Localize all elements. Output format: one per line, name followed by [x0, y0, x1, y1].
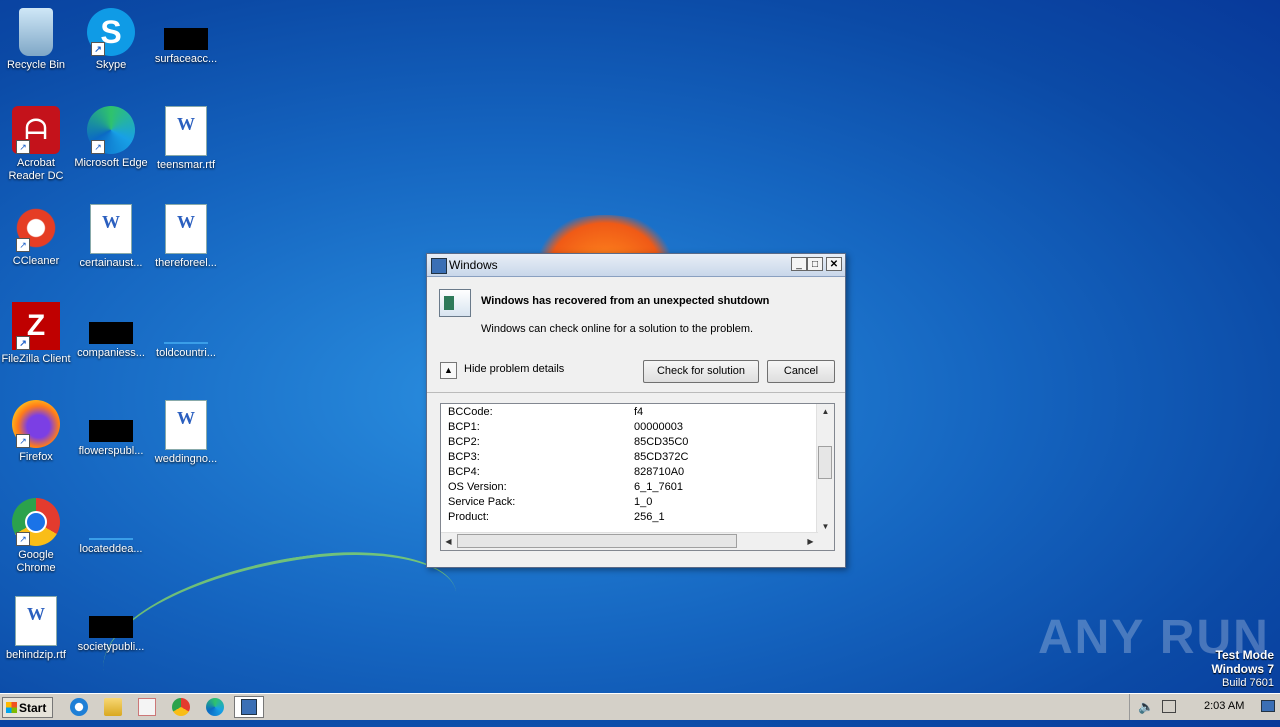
- desktop-icon-chrome[interactable]: ↗ Google Chrome: [0, 498, 74, 575]
- dialog-title: Windows: [449, 258, 498, 272]
- problem-report-taskbar-icon: [241, 699, 257, 715]
- recovery-dialog: Windows _ □ ✕ Windows has recovered from…: [426, 253, 846, 568]
- file-icon: [164, 342, 208, 344]
- vertical-scroll-thumb[interactable]: [818, 446, 832, 479]
- divider: [427, 392, 845, 393]
- edge-icon: ↗: [87, 106, 135, 154]
- desktop-icon-societypubli[interactable]: societypubli...: [73, 596, 149, 654]
- problem-report-icon: [439, 289, 471, 317]
- firefox-icon: ↗: [12, 400, 60, 448]
- chevron-up-icon: ▲: [444, 365, 453, 375]
- check-for-solution-button[interactable]: Check for solution: [643, 360, 759, 383]
- desktop-icon-teensmar[interactable]: W teensmar.rtf: [148, 106, 224, 172]
- horizontal-scroll-thumb[interactable]: [457, 534, 737, 548]
- desktop-icon-locateddea[interactable]: locateddea...: [73, 498, 149, 556]
- word-doc-icon: W: [165, 106, 207, 156]
- desktop-icon-thereforeel[interactable]: W thereforeel...: [148, 204, 224, 270]
- scroll-right-arrow[interactable]: ▶: [803, 534, 818, 549]
- start-button[interactable]: Start: [2, 697, 53, 718]
- desktop-icon-toldcountri[interactable]: toldcountri...: [148, 302, 224, 360]
- desktop-icon-certainaust[interactable]: W certainaust...: [73, 204, 149, 270]
- desktop-icon-behindzip[interactable]: W behindzip.rtf: [0, 596, 74, 662]
- problem-details-box[interactable]: BCCode: f4 BCP1: 00000003 BCP2: 85CD35C0 BC…: [440, 403, 835, 551]
- file-icon: [89, 616, 133, 638]
- desktop-icon-weddingno[interactable]: W weddingno...: [148, 400, 224, 466]
- file-icon: [89, 322, 133, 344]
- scroll-left-arrow[interactable]: ◀: [441, 534, 456, 549]
- file-icon: [89, 420, 133, 442]
- word-doc-icon: W: [15, 596, 57, 646]
- chrome-taskbar-icon[interactable]: [172, 698, 190, 716]
- desktop-icon-ccleaner[interactable]: ↗ CCleaner: [0, 204, 74, 268]
- edge-taskbar-icon[interactable]: [206, 698, 224, 716]
- filezilla-icon: Z ↗: [12, 302, 60, 350]
- test-mode-notice: Test Mode Windows 7 Build 7601: [1211, 648, 1274, 689]
- ccleaner-icon: ↗: [12, 204, 60, 252]
- maximize-button[interactable]: □: [807, 257, 823, 271]
- scroll-up-arrow[interactable]: ▲: [818, 404, 833, 419]
- scroll-corner: [817, 533, 834, 550]
- media-player-icon[interactable]: [138, 698, 156, 716]
- dialog-subtext: Windows can check online for a solution …: [481, 323, 754, 335]
- horizontal-scrollbar[interactable]: ◀ ▶: [441, 532, 818, 550]
- file-icon: [164, 28, 208, 50]
- scroll-down-arrow[interactable]: ▼: [818, 519, 833, 534]
- file-icon: [89, 538, 133, 540]
- hide-details-toggle[interactable]: ▲: [440, 362, 457, 379]
- vertical-scrollbar[interactable]: ▲ ▼: [816, 404, 834, 534]
- desktop-icon-surfaceacc[interactable]: surfaceacc...: [148, 8, 224, 66]
- desktop-icon-filezilla[interactable]: Z ↗ FileZilla Client: [0, 302, 74, 366]
- word-doc-icon: W: [90, 204, 132, 254]
- desktop-icon-firefox[interactable]: ↗ Firefox: [0, 400, 74, 464]
- volume-icon[interactable]: 🔈: [1138, 699, 1154, 715]
- minimize-button[interactable]: _: [791, 257, 807, 271]
- cancel-button[interactable]: Cancel: [767, 360, 835, 383]
- internet-explorer-icon[interactable]: [70, 698, 88, 716]
- desktop-icon-companiess[interactable]: companiess...: [73, 302, 149, 360]
- desktop-icon-acrobat[interactable]: ᗩ ↗ Acrobat Reader DC: [0, 106, 74, 183]
- file-explorer-icon[interactable]: [104, 698, 122, 716]
- close-button[interactable]: ✕: [826, 257, 842, 271]
- hide-details-label[interactable]: Hide problem details: [464, 363, 564, 375]
- desktop-icon-recycle-bin[interactable]: Recycle Bin: [0, 8, 74, 72]
- show-desktop-icon[interactable]: [1261, 700, 1275, 712]
- window-icon: [431, 258, 447, 274]
- recycle-bin-icon: [19, 8, 53, 56]
- desktop-icon-skype[interactable]: S ↗ Skype: [73, 8, 149, 72]
- word-doc-icon: W: [165, 204, 207, 254]
- network-icon[interactable]: [1162, 700, 1176, 713]
- word-doc-icon: W: [165, 400, 207, 450]
- taskbar: Start 🔈 2:03 AM: [0, 693, 1280, 720]
- skype-icon: S ↗: [87, 8, 135, 56]
- dialog-heading: Windows has recovered from an unexpected…: [481, 295, 770, 307]
- active-window-button[interactable]: [234, 696, 264, 718]
- desktop-icon-edge[interactable]: ↗ Microsoft Edge: [73, 106, 149, 170]
- chrome-icon: ↗: [12, 498, 60, 546]
- desktop-icon-flowerspubl[interactable]: flowerspubl...: [73, 400, 149, 458]
- dialog-titlebar[interactable]: Windows _ □ ✕: [427, 254, 845, 277]
- clock[interactable]: 2:03 AM: [1204, 700, 1244, 712]
- acrobat-icon: ᗩ ↗: [12, 106, 60, 154]
- system-tray: 🔈 2:03 AM: [1129, 694, 1280, 720]
